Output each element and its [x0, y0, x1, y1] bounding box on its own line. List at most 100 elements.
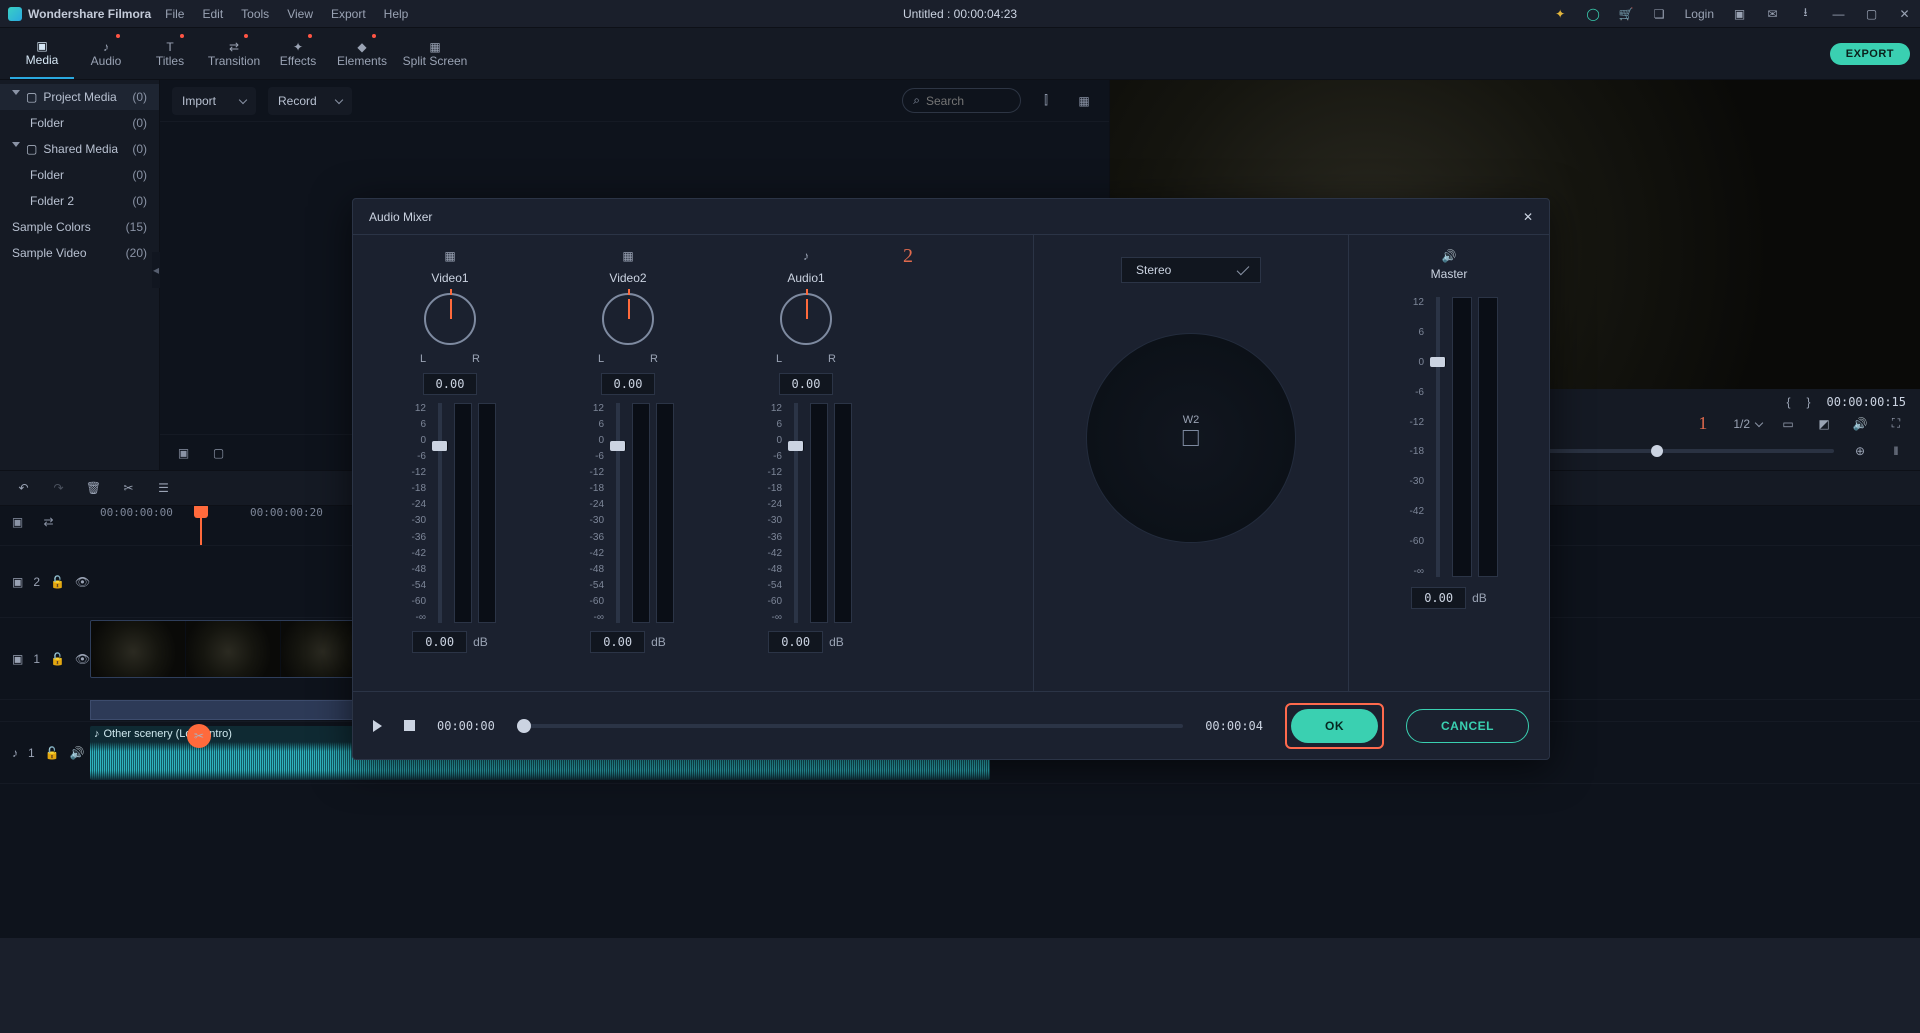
pan-knob[interactable]	[424, 293, 476, 345]
mixer-master: 🔊 Master 1260-6-12-18-30-42-60-∞ 0.00dB	[1349, 235, 1549, 691]
delete-icon[interactable]: 🗑	[86, 481, 101, 496]
minimize-icon[interactable]: —	[1831, 6, 1846, 21]
redo-icon[interactable]: ↷	[51, 481, 66, 496]
gain-value[interactable]: 0.00	[768, 631, 823, 653]
lock-icon[interactable]: 🔓	[50, 575, 65, 589]
grid-view-icon[interactable]: ▦	[1071, 88, 1097, 114]
sidebar-sample-colors[interactable]: Sample Colors(15)	[0, 214, 159, 240]
gift-icon[interactable]: ❏	[1652, 6, 1667, 21]
lock-icon[interactable]: 🔓	[50, 652, 65, 666]
search-field[interactable]	[926, 94, 1010, 108]
split-icon[interactable]: ✂	[121, 481, 136, 496]
search-input[interactable]: ⌕	[902, 88, 1021, 113]
zoom-in-icon[interactable]: ⊕	[1850, 441, 1870, 461]
menu-edit[interactable]: Edit	[202, 7, 223, 21]
menu-help[interactable]: Help	[384, 7, 409, 21]
text-icon: T	[163, 39, 178, 54]
undo-icon[interactable]: ↶	[16, 481, 31, 496]
folder-open-icon[interactable]: ▢	[211, 445, 226, 460]
settings-icon[interactable]: ☰	[156, 481, 171, 496]
menu-tools[interactable]: Tools	[241, 7, 269, 21]
close-icon[interactable]: ✕	[1897, 6, 1912, 21]
gain-fader[interactable]	[616, 403, 620, 623]
gain-value[interactable]: 0.00	[590, 631, 645, 653]
visibility-icon[interactable]: 👁	[75, 652, 90, 666]
music-icon: ♪	[99, 39, 114, 54]
idea-icon[interactable]: ✦	[1553, 6, 1568, 21]
tab-titles[interactable]: TTitles	[138, 28, 202, 79]
annotation-2: 2	[903, 245, 913, 268]
pan-knob[interactable]	[602, 293, 654, 345]
play-icon[interactable]	[373, 720, 382, 732]
menu-view[interactable]: View	[287, 7, 313, 21]
playhead[interactable]	[200, 506, 202, 546]
ok-button-highlight: OK	[1285, 703, 1384, 749]
tab-split-screen[interactable]: ▦Split Screen	[394, 28, 476, 79]
surround-panner[interactable]: W2	[1086, 333, 1296, 543]
pan-value[interactable]: 0.00	[779, 373, 834, 395]
link-icon[interactable]: ⇄	[41, 514, 56, 529]
record-dropdown[interactable]: Record	[268, 87, 352, 115]
track-head: ▣1 🔓 👁	[0, 652, 90, 666]
display-icon[interactable]: ▭	[1778, 414, 1798, 434]
support-icon[interactable]: ◯	[1586, 6, 1601, 21]
zoom-fit-icon[interactable]: ‖	[1886, 441, 1906, 461]
mail-icon[interactable]: ✉	[1765, 6, 1780, 21]
mark-in-icon[interactable]: {	[1786, 395, 1790, 409]
volume-icon[interactable]: 🔊	[1850, 414, 1870, 434]
channel-label: Audio1	[787, 271, 824, 285]
zoom-select[interactable]: 1/2	[1733, 417, 1762, 431]
track-type-icon: ▣	[12, 575, 23, 589]
login-button[interactable]: Login	[1685, 7, 1714, 21]
save-icon[interactable]: ▣	[1732, 6, 1747, 21]
tab-transition[interactable]: ⇄Transition	[202, 28, 266, 79]
clip-icon[interactable]: ▣	[10, 514, 25, 529]
mark-out-icon[interactable]: }	[1807, 395, 1811, 409]
pan-value[interactable]: 0.00	[601, 373, 656, 395]
split-marker-icon[interactable]: ✂	[187, 724, 211, 748]
close-icon[interactable]: ✕	[1523, 210, 1533, 224]
fullscreen-icon[interactable]: ⛶	[1886, 414, 1906, 434]
sidebar-sample-video[interactable]: Sample Video(20)	[0, 240, 159, 266]
search-icon: ⌕	[913, 93, 920, 108]
sidebar-folder[interactable]: Folder 2(0)	[0, 188, 159, 214]
pan-value[interactable]: 0.00	[423, 373, 478, 395]
tab-effects[interactable]: ✦Effects	[266, 28, 330, 79]
gain-fader[interactable]	[438, 403, 442, 623]
title-bar: Wondershare Filmora File Edit Tools View…	[0, 0, 1920, 28]
gain-value[interactable]: 0.00	[412, 631, 467, 653]
export-button[interactable]: EXPORT	[1830, 43, 1910, 65]
ruler-mark: 00:00:00:00	[100, 506, 173, 519]
tab-audio[interactable]: ♪Audio	[74, 28, 138, 79]
cancel-button[interactable]: CANCEL	[1406, 709, 1529, 743]
tab-media[interactable]: ▣Media	[10, 28, 74, 79]
channel-meter: 1260-6-12-18-24-30-36-42-48-54-60-∞	[404, 403, 496, 623]
import-dropdown[interactable]: Import	[172, 87, 256, 115]
menu-file[interactable]: File	[165, 7, 184, 21]
download-icon[interactable]: ⭳	[1798, 6, 1813, 21]
sidebar-folder[interactable]: Folder(0)	[0, 110, 159, 136]
sidebar-project-media[interactable]: ▢Project Media (0)	[0, 84, 159, 110]
sidebar-shared-media[interactable]: ▢Shared Media (0)	[0, 136, 159, 162]
lock-icon[interactable]: 🔓	[45, 746, 60, 760]
ok-button[interactable]: OK	[1291, 709, 1378, 743]
collapse-sidebar-icon[interactable]: ◂	[152, 252, 160, 288]
new-folder-icon[interactable]: ▣	[176, 445, 191, 460]
maximize-icon[interactable]: ▢	[1864, 6, 1879, 21]
tab-elements[interactable]: ◆Elements	[330, 28, 394, 79]
menu-export[interactable]: Export	[331, 7, 366, 21]
mixer-channel-audio1: ♪ Audio1 LR 0.00 1260-6-12-18-24-30-36-4…	[731, 249, 881, 681]
mute-icon[interactable]: 🔊	[70, 746, 85, 760]
stop-icon[interactable]	[404, 720, 415, 731]
gain-fader[interactable]	[794, 403, 798, 623]
cart-icon[interactable]: 🛒	[1619, 6, 1634, 21]
pan-knob[interactable]	[780, 293, 832, 345]
master-gain-value[interactable]: 0.00	[1411, 587, 1466, 609]
visibility-icon[interactable]: 👁	[75, 575, 90, 589]
output-mode-select[interactable]: Stereo	[1121, 257, 1261, 283]
sidebar-folder[interactable]: Folder(0)	[0, 162, 159, 188]
play-slider[interactable]	[517, 724, 1183, 728]
snapshot-icon[interactable]: ◩	[1814, 414, 1834, 434]
filter-icon[interactable]: ⫿	[1033, 88, 1059, 114]
master-fader[interactable]	[1436, 297, 1440, 577]
